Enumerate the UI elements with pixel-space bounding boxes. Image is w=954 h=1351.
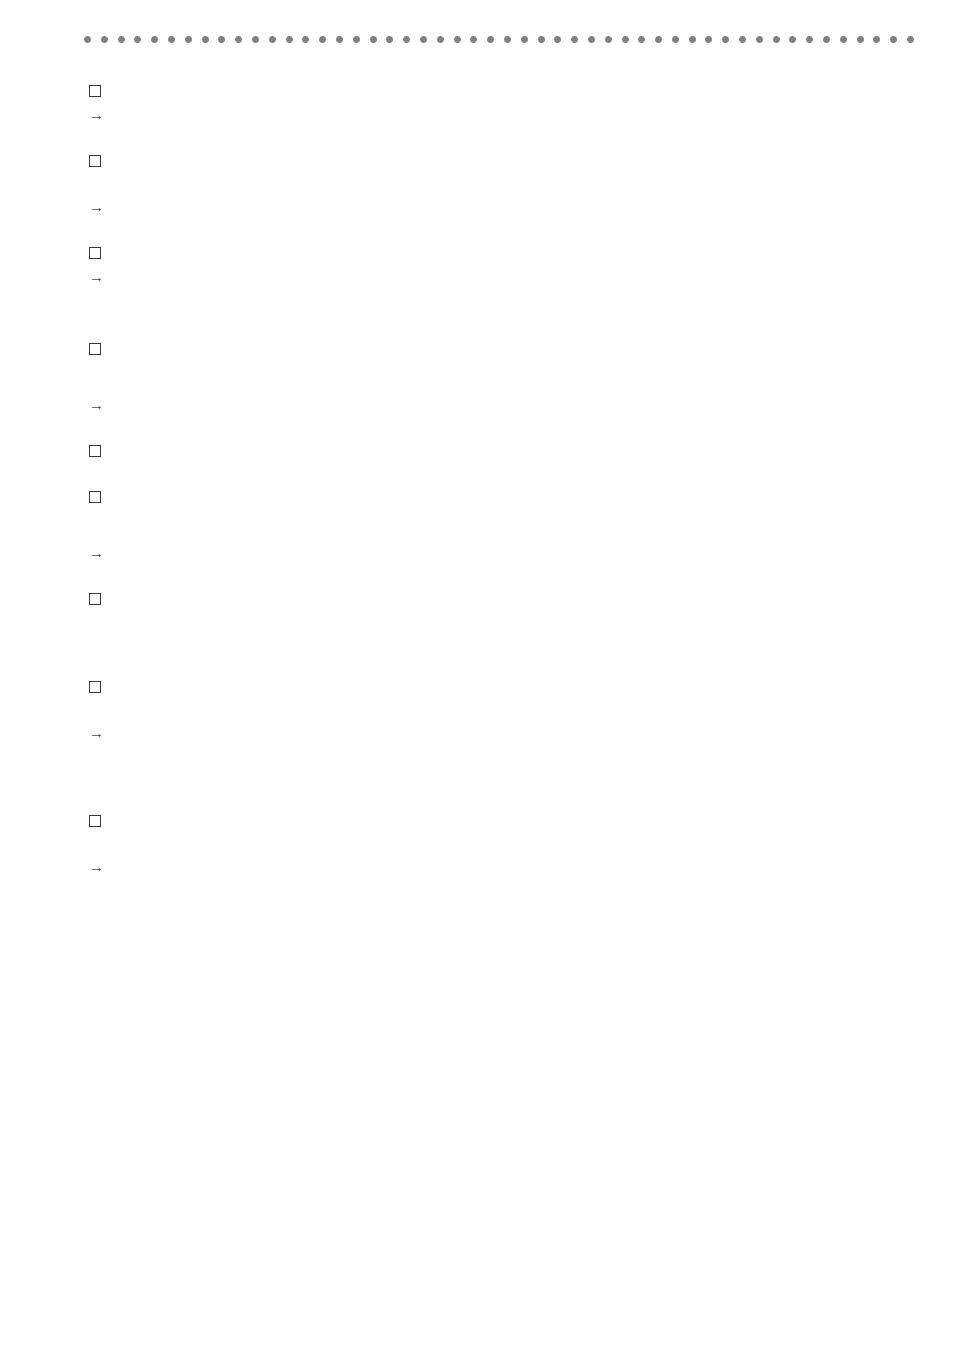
dot-icon <box>134 36 141 43</box>
dot-icon <box>487 36 494 43</box>
page-content: → → → → → → → <box>0 0 954 877</box>
arrow-bullet: → <box>89 543 912 563</box>
dot-icon <box>118 36 125 43</box>
dot-icon <box>789 36 796 43</box>
arrow-bullet: → <box>89 267 912 287</box>
arrow-right-icon: → <box>89 860 104 875</box>
dot-icon <box>554 36 561 43</box>
square-icon <box>89 343 101 355</box>
checkbox-bullet <box>89 339 912 359</box>
dot-icon <box>302 36 309 43</box>
square-icon <box>89 155 101 167</box>
square-icon <box>89 593 101 605</box>
spacer <box>89 359 912 395</box>
dot-icon <box>84 36 91 43</box>
arrow-bullet: → <box>89 857 912 877</box>
dot-icon <box>319 36 326 43</box>
dot-icon <box>705 36 712 43</box>
spacer <box>89 287 912 339</box>
arrow-bullet: → <box>89 723 912 743</box>
arrow-bullet: → <box>89 105 912 125</box>
dot-icon <box>386 36 393 43</box>
dot-icon <box>857 36 864 43</box>
dot-icon <box>739 36 746 43</box>
dot-icon <box>806 36 813 43</box>
dot-icon <box>336 36 343 43</box>
checkbox-bullet <box>89 441 912 461</box>
square-icon <box>89 681 101 693</box>
arrow-bullet: → <box>89 197 912 217</box>
dot-icon <box>235 36 242 43</box>
spacer <box>89 125 912 151</box>
dot-icon <box>269 36 276 43</box>
dot-icon <box>151 36 158 43</box>
checkbox-bullet <box>89 487 912 507</box>
dot-icon <box>538 36 545 43</box>
dot-icon <box>202 36 209 43</box>
dot-icon <box>470 36 477 43</box>
dot-icon <box>873 36 880 43</box>
dot-icon <box>101 36 108 43</box>
dot-icon <box>605 36 612 43</box>
dot-icon <box>722 36 729 43</box>
dot-icon <box>353 36 360 43</box>
arrow-right-icon: → <box>89 546 104 561</box>
checkbox-bullet <box>89 81 912 101</box>
dot-icon <box>168 36 175 43</box>
arrow-right-icon: → <box>89 200 104 215</box>
dot-icon <box>185 36 192 43</box>
dot-icon <box>907 36 914 43</box>
spacer <box>89 171 912 197</box>
arrow-right-icon: → <box>89 270 104 285</box>
spacer <box>89 507 912 543</box>
dot-icon <box>890 36 897 43</box>
dot-icon <box>571 36 578 43</box>
dot-icon <box>521 36 528 43</box>
checkbox-bullet <box>89 677 912 697</box>
spacer <box>89 831 912 857</box>
dot-icon <box>370 36 377 43</box>
dot-icon <box>655 36 662 43</box>
dot-icon <box>622 36 629 43</box>
square-icon <box>89 85 101 97</box>
dot-icon <box>840 36 847 43</box>
dotted-divider <box>84 36 912 43</box>
dot-icon <box>689 36 696 43</box>
dot-icon <box>252 36 259 43</box>
checkbox-bullet <box>89 243 912 263</box>
checkbox-bullet <box>89 151 912 171</box>
square-icon <box>89 491 101 503</box>
spacer <box>89 415 912 441</box>
spacer <box>89 563 912 589</box>
arrow-right-icon: → <box>89 398 104 413</box>
square-icon <box>89 247 101 259</box>
arrow-right-icon: → <box>89 108 104 123</box>
spacer <box>89 697 912 723</box>
dot-icon <box>420 36 427 43</box>
dot-icon <box>454 36 461 43</box>
dot-icon <box>823 36 830 43</box>
square-icon <box>89 445 101 457</box>
checkbox-bullet <box>89 811 912 831</box>
spacer <box>89 461 912 487</box>
dot-icon <box>756 36 763 43</box>
dot-icon <box>437 36 444 43</box>
spacer <box>89 609 912 677</box>
dot-icon <box>638 36 645 43</box>
dot-icon <box>773 36 780 43</box>
dot-icon <box>672 36 679 43</box>
dot-icon <box>504 36 511 43</box>
arrow-bullet: → <box>89 395 912 415</box>
dot-icon <box>286 36 293 43</box>
dot-icon <box>588 36 595 43</box>
bullet-list: → → → → → → → <box>84 81 912 877</box>
spacer <box>89 743 912 811</box>
dot-icon <box>218 36 225 43</box>
spacer <box>89 217 912 243</box>
square-icon <box>89 815 101 827</box>
checkbox-bullet <box>89 589 912 609</box>
dot-icon <box>403 36 410 43</box>
arrow-right-icon: → <box>89 726 104 741</box>
